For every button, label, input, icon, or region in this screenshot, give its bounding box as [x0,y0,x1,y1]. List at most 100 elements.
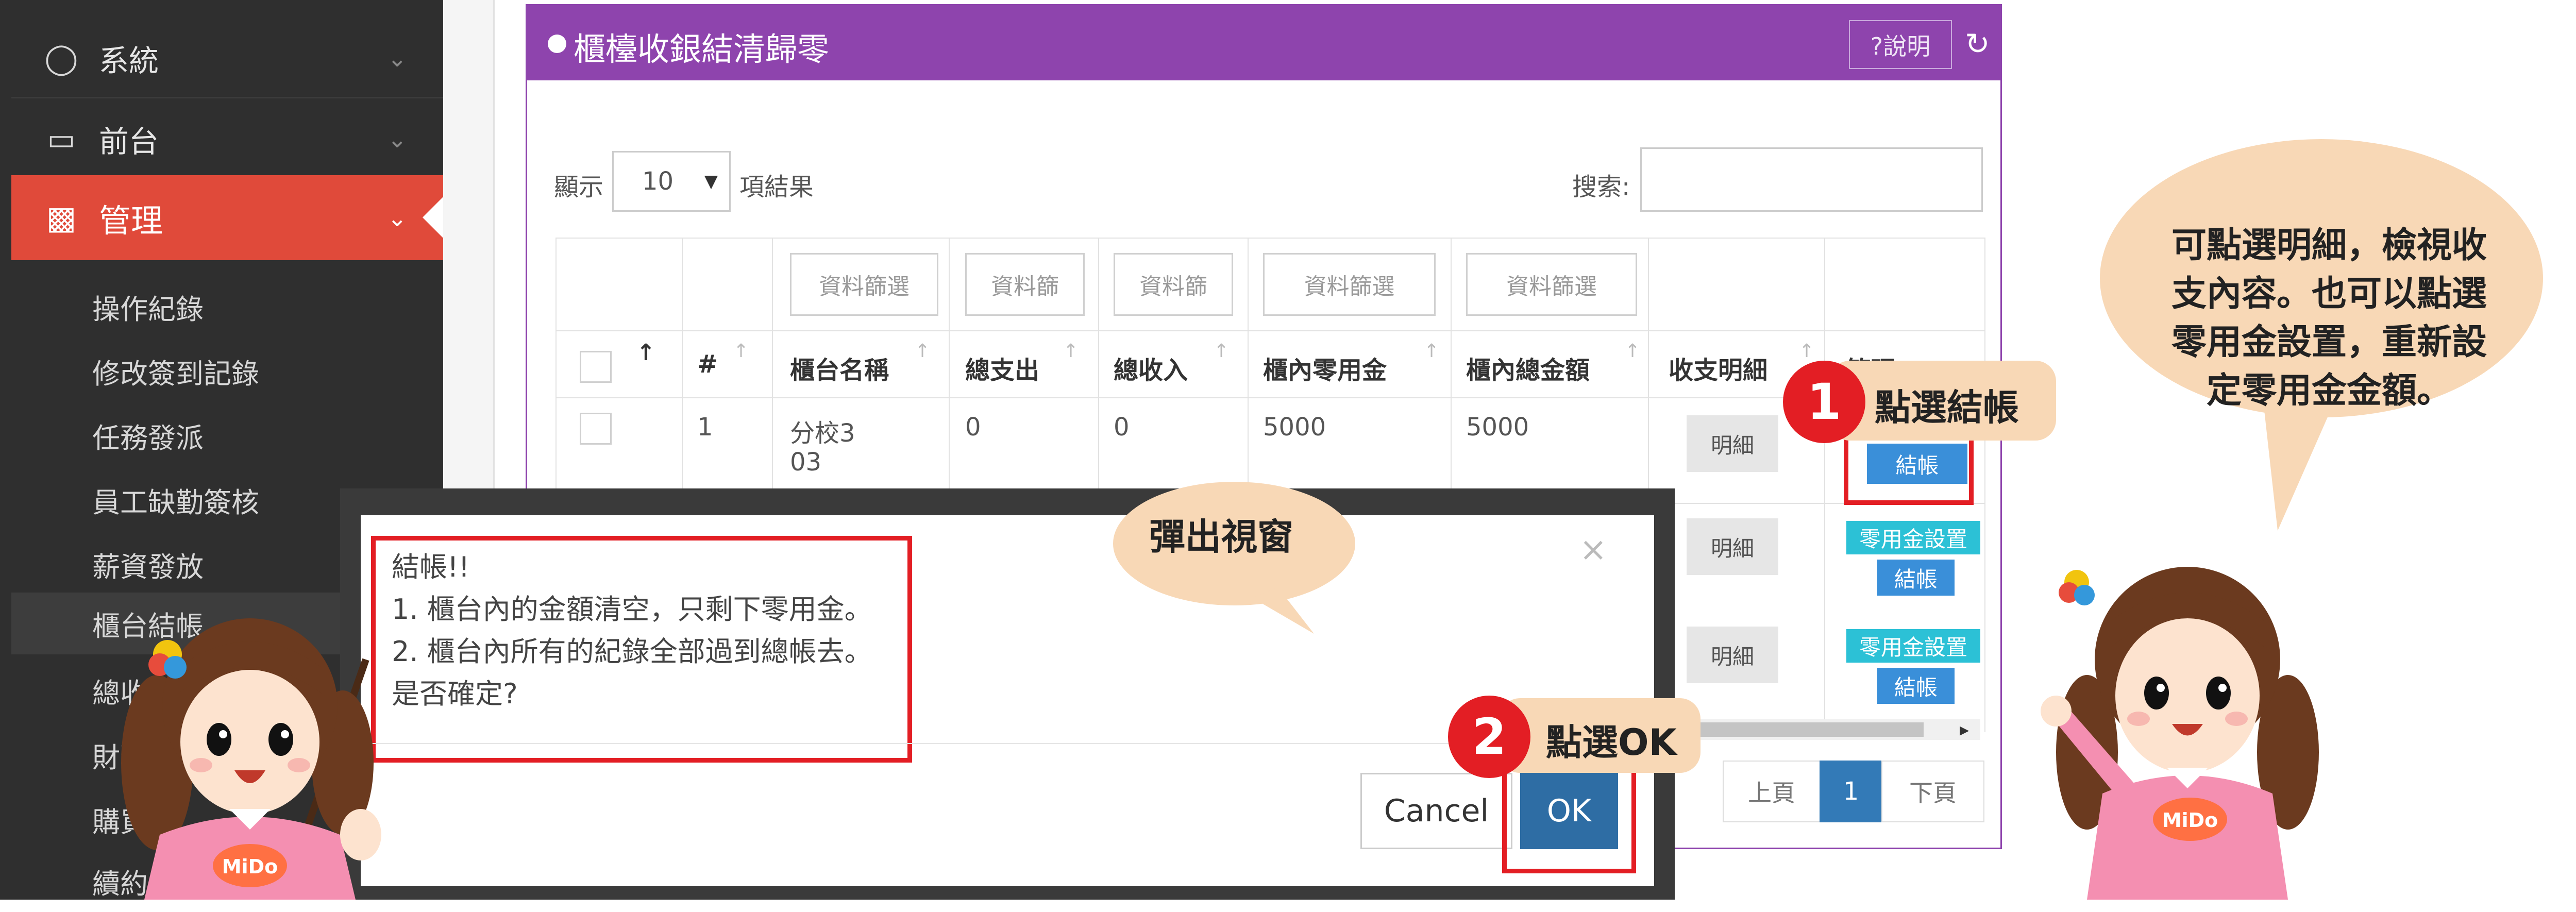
search-input[interactable] [1640,147,1983,212]
svg-text:MiDo: MiDo [2162,809,2218,832]
table-border [1984,238,1985,732]
checkout-button[interactable]: 結帳 [1877,668,1955,704]
dialog-line: 結帳!! [392,551,470,583]
tip-line: 可點選明細，檢視收 [2171,225,2487,266]
table-border [1824,238,1825,732]
scroll-right-icon[interactable]: ▸ [1960,719,1969,740]
cell-income: 0 [1114,413,1130,442]
filter-input-name[interactable]: 資料篩選 [790,253,938,316]
tip-line: 定零用金金額。 [2206,370,2452,411]
cell-counter-name-2: 03 [790,448,822,477]
mascot-girl-left: MiDo [121,618,381,900]
petty-cash-setting-button[interactable]: 零用金設置 [1846,521,1980,554]
detail-button[interactable]: 明細 [1687,518,1778,575]
sidebar-subitem-label: 修改簽到記錄 [92,357,259,390]
sort-icon[interactable]: ↑ [1063,341,1079,362]
row-checkbox[interactable] [580,413,612,445]
sort-icon[interactable]: ↑ [915,341,930,362]
mascot-girl-right: MiDo [2041,567,2319,900]
sidebar-subitem[interactable]: 修改簽到記錄 [11,340,443,402]
table-border [555,238,1985,239]
page-1-button[interactable]: 1 [1820,761,1882,822]
dialog-message: 結帳!! 1. 櫃台內的金額清空，只剩下零用金。 2. 櫃台內所有的紀錄全部過到… [392,546,872,715]
monitor-icon: ▭ [47,122,76,157]
prev-page-button[interactable]: 上頁 [1723,761,1821,822]
filter-input-petty[interactable]: 資料篩選 [1263,253,1436,316]
tip-text: 可點選明細，檢視收 支內容。也可以點選 零用金設置，重新設 定零用金金額。 [2133,222,2525,415]
sidebar-item-frontdesk[interactable]: ▭ 前台 ⌄ [11,100,443,178]
header-petty-cash[interactable]: 櫃內零用金 [1263,350,1387,386]
sidebar-subitem-label: 薪資發放 [92,550,204,583]
step1-badge: 1 [1783,361,1865,443]
petty-cash-setting-button[interactable]: 零用金設置 [1846,629,1980,663]
header-counter-name[interactable]: 櫃台名稱 [790,350,889,386]
chevron-down-icon: ⌄ [387,44,407,72]
tag-icon: ◯ [44,41,78,76]
sidebar-item-system[interactable]: ◯ 系統 ⌄ [11,20,443,97]
sidebar-item-label: 前台 [99,124,159,159]
step1-text: 點選結帳 [1875,386,2019,429]
cell-petty-cash: 5000 [1263,413,1326,442]
results-label: 項結果 [739,173,814,201]
sidebar-subitem-label: 員工缺勤簽核 [92,486,259,519]
sort-icon[interactable]: ↑ [1799,341,1814,362]
filter-input-income[interactable]: 資料篩 [1114,253,1233,316]
sidebar-item-label: 系統 [99,43,159,78]
detail-button[interactable]: 明細 [1687,627,1778,683]
table-border [555,397,1985,398]
sidebar-subitem-label: 任務發派 [92,421,204,454]
header-detail[interactable]: 收支明細 [1669,350,1767,386]
step2-text: 點選OK [1546,721,1677,764]
popup-label: 彈出視窗 [1149,516,1293,558]
sidebar-item-label: 管理 [99,201,163,240]
panel-title: 櫃檯收銀結清歸零 [574,30,830,68]
filter-input-expense[interactable]: 資料篩 [965,253,1085,316]
sidebar-subitem[interactable]: 操作紀錄 [11,276,443,337]
show-label: 顯示 [554,173,604,201]
header-expense[interactable]: 總支出 [965,350,1039,386]
select-all-checkbox[interactable] [580,351,612,383]
refresh-icon[interactable]: ↻ [1965,26,1990,61]
cell-expense: 0 [965,413,981,442]
svg-text:MiDo: MiDo [222,855,278,878]
sort-arrow-icon[interactable]: ↑ [636,340,655,366]
divider [11,97,443,98]
sort-icon[interactable]: ↑ [733,341,749,362]
filter-input-total[interactable]: 資料篩選 [1466,253,1637,316]
sidebar-subitem[interactable]: 任務發派 [11,404,443,466]
panel-header: 櫃檯收銀結清歸零 ?說明 ↻ [527,6,2000,80]
checkout-button[interactable]: 結帳 [1877,560,1955,596]
chevron-down-icon: ⌄ [387,204,407,232]
cell-counter-name: 分校3 [790,419,855,448]
sort-icon[interactable]: ↑ [1424,341,1439,362]
ok-button[interactable]: OK [1520,773,1618,849]
caret-down-icon: ▼ [704,171,718,192]
table-border [555,330,1985,331]
bar-chart-icon: ▩ [46,199,77,237]
cell-number: 1 [697,413,713,442]
page-size-select[interactable]: 10 ▼ [612,151,731,212]
sort-icon[interactable]: ↑ [1625,341,1640,362]
sort-icon[interactable]: ↑ [1214,341,1229,362]
tip-line: 支內容。也可以點選 [2171,274,2487,314]
circle-icon [548,35,566,53]
header-income[interactable]: 總收入 [1114,350,1188,386]
header-total[interactable]: 櫃內總金額 [1466,350,1590,386]
dialog-line: 2. 櫃台內所有的紀錄全部過到總帳去。 [392,635,872,668]
cell-total: 5000 [1466,413,1529,442]
next-page-button[interactable]: 下頁 [1881,761,1984,822]
dialog-line: 1. 櫃台內的金額清空，只剩下零用金。 [392,593,872,626]
cancel-button[interactable]: Cancel [1360,773,1512,849]
step2-badge: 2 [1448,696,1530,778]
active-pointer [423,195,445,240]
dialog-line: 是否確定? [392,678,518,710]
header-number[interactable]: # [697,350,718,379]
chevron-down-icon: ⌄ [387,125,407,153]
help-button[interactable]: ?說明 [1849,20,1952,69]
detail-button[interactable]: 明細 [1687,415,1778,472]
page-size-value: 10 [642,167,674,196]
close-icon[interactable]: × [1579,531,1607,569]
sidebar-subitem-label: 操作紀錄 [92,293,204,326]
sidebar-item-management[interactable]: ▩ 管理 ⌄ [11,175,443,260]
search-label: 搜索: [1572,173,1630,201]
